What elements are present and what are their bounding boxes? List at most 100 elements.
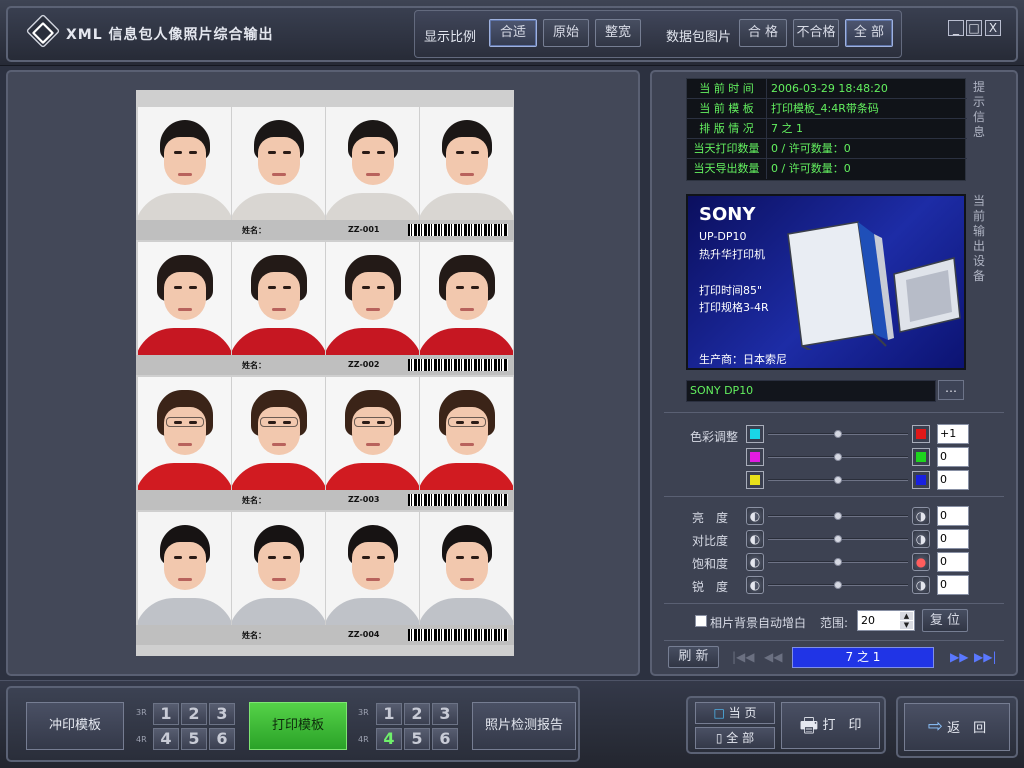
photo-cell[interactable] xyxy=(138,107,231,220)
print-template-slot[interactable]: 5 xyxy=(404,728,430,750)
name-label: 姓名： xyxy=(242,226,266,235)
color-right-button[interactable] xyxy=(912,448,930,466)
photo-caption: 姓名： ZZ-001 xyxy=(136,220,514,240)
divider xyxy=(664,412,1004,413)
close-button[interactable]: X xyxy=(985,20,1001,36)
spinner-down-icon[interactable]: ▼ xyxy=(900,621,913,629)
filter-fail-button[interactable]: 不合格 xyxy=(793,19,839,47)
develop-template-slot[interactable]: 6 xyxy=(209,728,235,750)
print-button[interactable]: 🖶 打 印 xyxy=(781,702,880,749)
adjust-value-field[interactable]: 0 xyxy=(937,529,969,549)
photo-caption: 姓名： ZZ-003 xyxy=(136,490,514,510)
print-size-label: 4R xyxy=(358,735,369,744)
brightness-high-icon[interactable]: ◑ xyxy=(912,507,930,525)
device-name-field[interactable]: SONY DP10 xyxy=(686,380,936,402)
brightness-low-icon[interactable]: ◐ xyxy=(746,507,764,525)
name-label: 姓名： xyxy=(242,361,266,370)
color-value-field[interactable]: 0 xyxy=(937,470,969,490)
adjust-value-field[interactable]: 0 xyxy=(937,552,969,572)
photo-cell[interactable] xyxy=(232,512,325,625)
photo-cell[interactable] xyxy=(138,242,231,355)
prev-page-icon[interactable]: ◀◀ xyxy=(764,650,782,664)
print-template-slot[interactable]: 3 xyxy=(432,703,458,725)
color-slider-knob[interactable] xyxy=(834,476,842,484)
print-template-slot[interactable]: 6 xyxy=(432,728,458,750)
adjust-slider-knob[interactable] xyxy=(834,512,842,520)
color-value-field[interactable]: 0 xyxy=(937,447,969,467)
photo-code: ZZ-003 xyxy=(348,495,380,504)
photo-cell[interactable] xyxy=(232,242,325,355)
range-label: 范围: xyxy=(820,616,849,630)
develop-template-slot[interactable]: 5 xyxy=(181,728,207,750)
photo-cell[interactable] xyxy=(138,512,231,625)
next-page-icon[interactable]: ▶▶ xyxy=(950,650,968,664)
color-value-field[interactable]: +1 xyxy=(937,424,969,444)
develop-template-slot[interactable]: 2 xyxy=(181,703,207,725)
range-spinner[interactable]: 20 ▲ ▼ xyxy=(857,610,915,631)
filter-pass-button[interactable]: 合 格 xyxy=(739,19,787,47)
photo-cell[interactable] xyxy=(326,107,419,220)
photo-cell[interactable] xyxy=(326,377,419,490)
saturation-high-icon[interactable]: ● xyxy=(912,553,930,571)
color-slider-knob[interactable] xyxy=(834,453,842,461)
photo-cell[interactable] xyxy=(326,512,419,625)
photo-cell[interactable] xyxy=(420,242,513,355)
printer-brand: SONY xyxy=(699,204,756,225)
ratio-fullwidth-button[interactable]: 整宽 xyxy=(595,19,641,47)
sharpness-high-icon[interactable]: ◑ xyxy=(912,576,930,594)
adjust-value-field[interactable]: 0 xyxy=(937,506,969,526)
printer-icon: 🖶 xyxy=(799,713,819,737)
return-button[interactable]: ⇨ 返 回 xyxy=(904,703,1010,751)
color-left-button[interactable] xyxy=(746,471,764,489)
color-left-button[interactable] xyxy=(746,448,764,466)
develop-template-slot[interactable]: 4 xyxy=(153,728,179,750)
photo-cell[interactable] xyxy=(232,107,325,220)
print-sheet[interactable]: 姓名： ZZ-001 姓名： ZZ-002 姓名： ZZ-003 姓名： ZZ-004 xyxy=(136,90,514,656)
photo-report-button[interactable]: 照片检测报告 xyxy=(472,702,576,750)
first-page-icon[interactable]: |◀◀ xyxy=(732,650,755,664)
info-side-label: 提示信息 xyxy=(972,80,985,139)
develop-template-button[interactable]: 冲印模板 xyxy=(26,702,124,750)
minimize-button[interactable]: _ xyxy=(948,20,964,36)
spinner-up-icon[interactable]: ▲ xyxy=(900,612,913,620)
print-template-slot[interactable]: 1 xyxy=(376,703,402,725)
contrast-low-icon[interactable]: ◐ xyxy=(746,530,764,548)
name-label: 姓名： xyxy=(242,631,266,640)
photo-cell[interactable] xyxy=(420,107,513,220)
ratio-fit-button[interactable]: 合适 xyxy=(489,19,537,47)
print-template-button[interactable]: 打印模板 xyxy=(249,702,347,750)
print-template-slot[interactable]: 2 xyxy=(404,703,430,725)
name-label: 姓名： xyxy=(242,496,266,505)
last-page-icon[interactable]: ▶▶| xyxy=(974,650,997,664)
filter-all-button[interactable]: 全 部 xyxy=(845,19,893,47)
contrast-high-icon[interactable]: ◑ xyxy=(912,530,930,548)
device-browse-button[interactable]: … xyxy=(938,380,964,400)
photo-cell[interactable] xyxy=(138,377,231,490)
develop-template-slot[interactable]: 3 xyxy=(209,703,235,725)
ratio-original-button[interactable]: 原始 xyxy=(543,19,589,47)
info-row: 排 版 情 况7 之 1 xyxy=(687,119,967,139)
photo-cell[interactable] xyxy=(232,377,325,490)
photo-cell[interactable] xyxy=(326,242,419,355)
reset-button[interactable]: 复 位 xyxy=(922,609,968,632)
divider xyxy=(664,603,1004,604)
color-left-button[interactable] xyxy=(746,425,764,443)
saturation-low-icon[interactable]: ◐ xyxy=(746,553,764,571)
adjust-slider-knob[interactable] xyxy=(834,558,842,566)
adjust-value-field[interactable]: 0 xyxy=(937,575,969,595)
adjust-slider-knob[interactable] xyxy=(834,535,842,543)
develop-template-slot[interactable]: 1 xyxy=(153,703,179,725)
color-right-button[interactable] xyxy=(912,471,930,489)
refresh-button[interactable]: 刷 新 xyxy=(668,646,719,668)
auto-white-checkbox[interactable] xyxy=(695,615,707,627)
color-slider-knob[interactable] xyxy=(834,430,842,438)
color-right-button[interactable] xyxy=(912,425,930,443)
photo-cell[interactable] xyxy=(420,512,513,625)
print-template-slot-selected[interactable]: 4 xyxy=(376,728,402,750)
adjust-slider-knob[interactable] xyxy=(834,581,842,589)
maximize-button[interactable]: □ xyxy=(966,20,982,36)
print-current-page-option[interactable]: □ 当 页 xyxy=(695,702,775,724)
sharpness-low-icon[interactable]: ◐ xyxy=(746,576,764,594)
print-all-pages-option[interactable]: ▯ 全 部 xyxy=(695,727,775,749)
photo-cell[interactable] xyxy=(420,377,513,490)
